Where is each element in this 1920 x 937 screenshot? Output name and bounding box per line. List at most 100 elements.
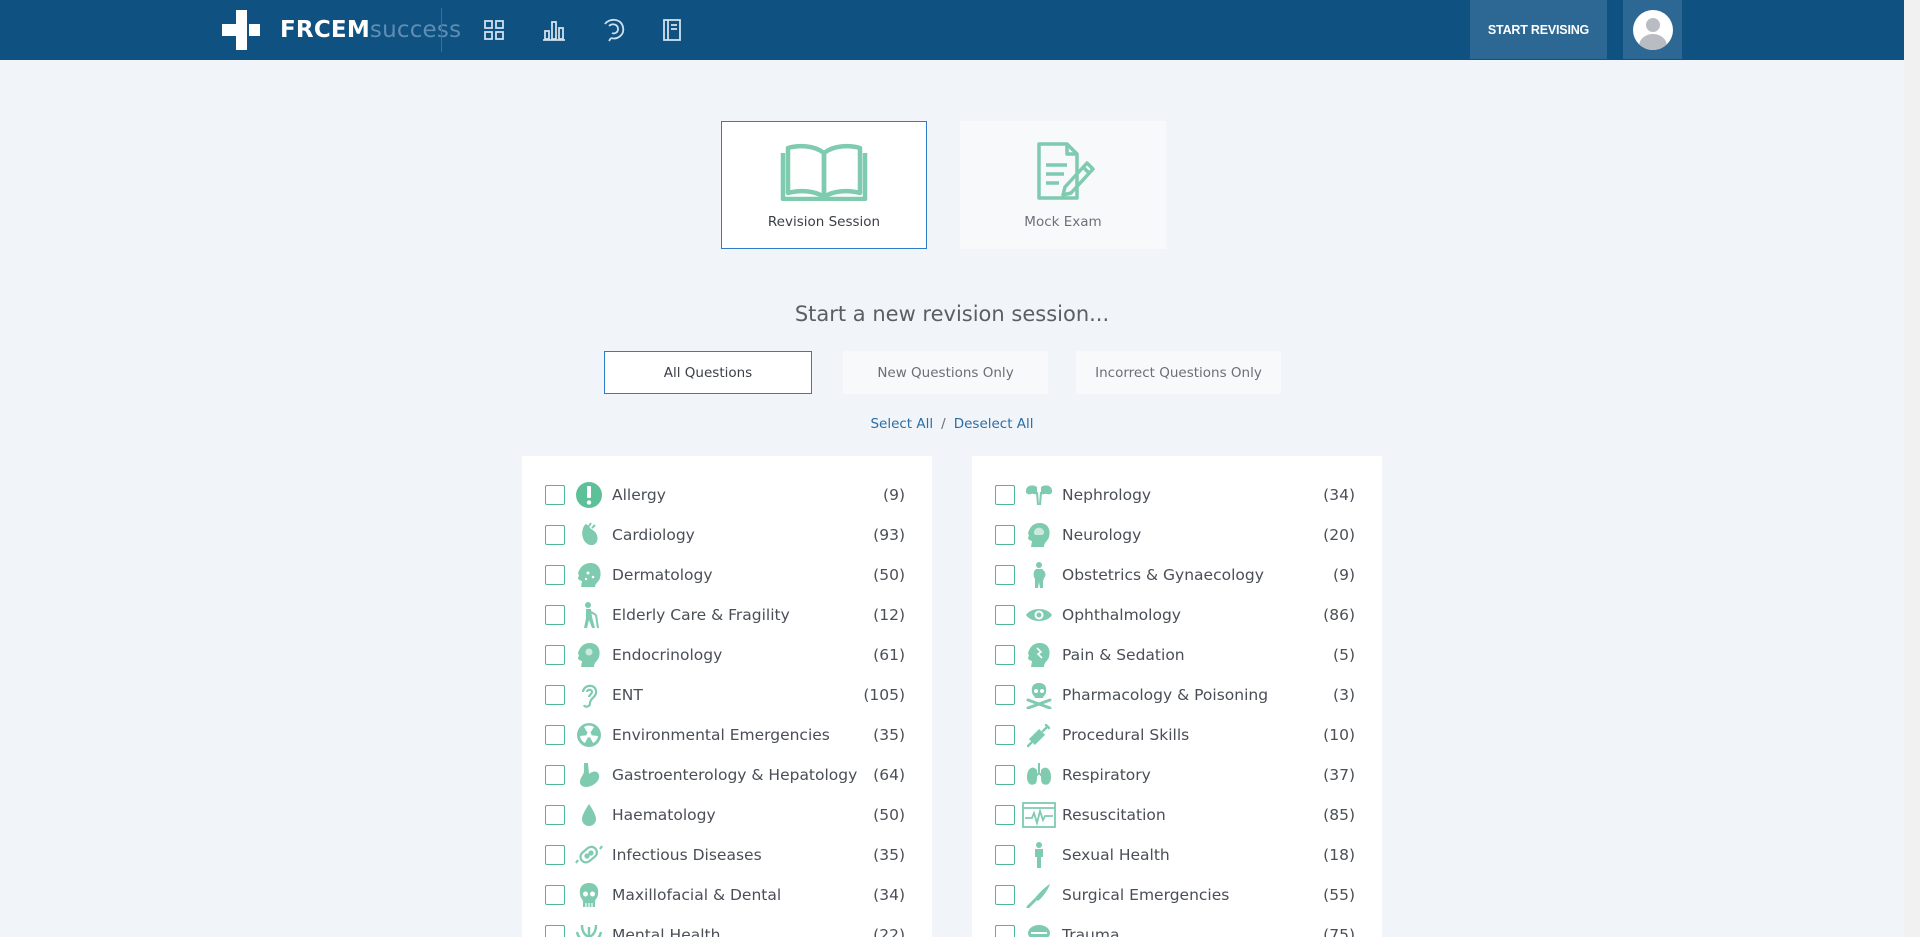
category-row[interactable]: Obstetrics & Gynaecology (9) — [972, 555, 1382, 595]
select-all-link[interactable]: Select All — [870, 416, 933, 432]
deselect-all-link[interactable]: Deselect All — [954, 416, 1034, 432]
category-row[interactable]: Procedural Skills (10) — [972, 715, 1382, 755]
category-panel-left: Allergy (9) Cardiology (93) Dermatology … — [522, 456, 932, 937]
category-row[interactable]: Allergy (9) — [522, 475, 932, 515]
filter-incorrect-questions[interactable]: Incorrect Questions Only — [1076, 351, 1281, 394]
category-checkbox[interactable] — [545, 565, 565, 585]
filter-new-questions[interactable]: New Questions Only — [843, 351, 1048, 394]
user-menu[interactable] — [1623, 0, 1682, 59]
category-row[interactable]: Dermatology (50) — [522, 555, 932, 595]
category-label: Pain & Sedation — [1062, 646, 1185, 664]
revision-icon[interactable] — [597, 13, 631, 47]
category-row[interactable]: Maxillofacial & Dental (34) — [522, 875, 932, 915]
skull-crossbones-icon — [1024, 680, 1054, 710]
category-checkbox[interactable] — [995, 805, 1015, 825]
revision-session-card[interactable]: Revision Session — [721, 121, 927, 249]
category-row[interactable]: Endocrinology (61) — [522, 635, 932, 675]
filter-all-questions[interactable]: All Questions — [604, 351, 812, 394]
category-checkbox[interactable] — [995, 565, 1015, 585]
category-row[interactable]: Cardiology (93) — [522, 515, 932, 555]
category-row[interactable]: Environmental Emergencies (35) — [522, 715, 932, 755]
category-row[interactable]: Pain & Sedation (5) — [972, 635, 1382, 675]
logo-text: FRCEMsuccess — [280, 17, 461, 43]
category-count: (5) — [1333, 646, 1355, 664]
kidney-icon — [1024, 480, 1054, 510]
category-label: Endocrinology — [612, 646, 723, 664]
category-checkbox[interactable] — [545, 525, 565, 545]
category-label: Maxillofacial & Dental — [612, 886, 782, 904]
category-checkbox[interactable] — [995, 605, 1015, 625]
category-row[interactable]: Sexual Health (18) — [972, 835, 1382, 875]
category-row[interactable]: Infectious Diseases (35) — [522, 835, 932, 875]
category-checkbox[interactable] — [995, 925, 1015, 937]
category-checkbox[interactable] — [545, 725, 565, 745]
category-checkbox[interactable] — [545, 925, 565, 937]
category-count: (9) — [883, 486, 905, 504]
category-row[interactable]: Mental Health (22) — [522, 915, 932, 937]
category-count: (35) — [873, 726, 905, 744]
mental-health-icon — [574, 920, 604, 937]
notes-icon[interactable] — [655, 13, 689, 47]
category-checkbox[interactable] — [995, 845, 1015, 865]
category-checkbox[interactable] — [545, 765, 565, 785]
logo-cross-icon — [222, 10, 260, 50]
category-row[interactable]: Neurology (20) — [972, 515, 1382, 555]
category-checkbox[interactable] — [545, 885, 565, 905]
category-count: (64) — [873, 766, 905, 784]
category-checkbox[interactable] — [995, 885, 1015, 905]
sexual-health-icon — [1024, 840, 1054, 870]
category-checkbox[interactable] — [995, 685, 1015, 705]
category-checkbox[interactable] — [995, 525, 1015, 545]
category-checkbox[interactable] — [545, 485, 565, 505]
category-checkbox[interactable] — [545, 685, 565, 705]
category-checkbox[interactable] — [995, 765, 1015, 785]
category-count: (105) — [863, 686, 905, 704]
category-count: (22) — [873, 926, 905, 937]
category-count: (37) — [1323, 766, 1355, 784]
category-row[interactable]: Trauma (75) — [972, 915, 1382, 937]
statistics-icon[interactable] — [537, 13, 571, 47]
category-label: Gastroenterology & Hepatology — [612, 766, 858, 784]
category-count: (34) — [1323, 486, 1355, 504]
avatar — [1632, 9, 1673, 50]
category-row[interactable]: Nephrology (34) — [972, 475, 1382, 515]
category-row[interactable]: Haematology (50) — [522, 795, 932, 835]
category-count: (50) — [873, 806, 905, 824]
logo-text-bold: FRCEM — [280, 17, 370, 43]
category-label: Pharmacology & Poisoning — [1062, 686, 1269, 704]
category-row[interactable]: Ophthalmology (86) — [972, 595, 1382, 635]
mock-exam-card[interactable]: Mock Exam — [960, 121, 1166, 249]
category-label: Sexual Health — [1062, 846, 1170, 864]
category-row[interactable]: Gastroenterology & Hepatology (64) — [522, 755, 932, 795]
category-checkbox[interactable] — [545, 645, 565, 665]
category-count: (61) — [873, 646, 905, 664]
ecg-monitor-icon — [1022, 800, 1056, 830]
category-count: (75) — [1323, 926, 1355, 937]
category-checkbox[interactable] — [995, 645, 1015, 665]
category-checkbox[interactable] — [995, 725, 1015, 745]
start-revising-button[interactable]: START REVISING — [1470, 0, 1607, 59]
category-label: Infectious Diseases — [612, 846, 762, 864]
dashboard-icon[interactable] — [477, 13, 511, 47]
category-row[interactable]: Resuscitation (85) — [972, 795, 1382, 835]
category-checkbox[interactable] — [545, 845, 565, 865]
page-scrollbar[interactable] — [1904, 0, 1920, 937]
category-label: Resuscitation — [1062, 806, 1166, 824]
category-checkbox[interactable] — [545, 605, 565, 625]
category-row[interactable]: ENT (105) — [522, 675, 932, 715]
category-count: (50) — [873, 566, 905, 584]
category-row[interactable]: Respiratory (37) — [972, 755, 1382, 795]
category-label: Surgical Emergencies — [1062, 886, 1230, 904]
page-heading: Start a new revision session... — [794, 302, 1110, 326]
logo[interactable]: FRCEMsuccess — [222, 10, 461, 50]
pain-head-icon — [1024, 640, 1054, 670]
category-checkbox[interactable] — [995, 485, 1015, 505]
category-row[interactable]: Surgical Emergencies (55) — [972, 875, 1382, 915]
category-count: (18) — [1323, 846, 1355, 864]
skull-icon — [574, 880, 604, 910]
category-row[interactable]: Elderly Care & Fragility (12) — [522, 595, 932, 635]
category-row[interactable]: Pharmacology & Poisoning (3) — [972, 675, 1382, 715]
category-checkbox[interactable] — [545, 805, 565, 825]
stomach-icon — [574, 760, 604, 790]
category-count: (55) — [1323, 886, 1355, 904]
